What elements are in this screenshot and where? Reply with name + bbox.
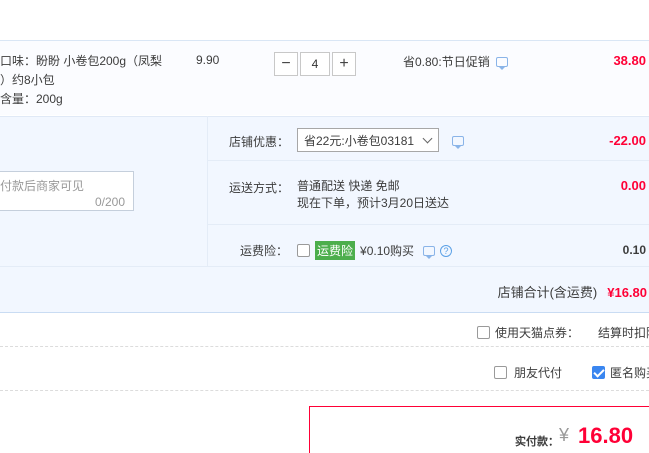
insurance-badge: 运费险: [315, 241, 356, 260]
payment-label: 实付款：: [515, 436, 559, 448]
insurance-label: 运费险：: [240, 244, 289, 258]
promotion-text: 省0.80:节日促销: [403, 55, 490, 69]
insurance-amount: 0.10: [622, 243, 646, 257]
shop-total: 店铺合计(含运费) ¥16.80: [498, 282, 647, 301]
settle-note: 结算时扣除: [598, 326, 649, 340]
anonymous-option: 匿名购买: [592, 364, 649, 381]
shop-total-divider: [0, 266, 649, 267]
tmall-points-label: 使用天猫点券：: [495, 326, 580, 340]
product-subtotal: 38.80: [613, 53, 646, 68]
chat-icon[interactable]: [495, 56, 508, 70]
product-spec-line-1: 口味：盼盼 小卷包200g（凤梨: [0, 54, 163, 68]
shipping-fee: 0.00: [620, 178, 646, 193]
row-divider: [207, 224, 649, 225]
buyer-memo-placeholder: 付款后商家可见: [0, 179, 85, 193]
product-net-weight: 净含量：200g: [0, 92, 63, 106]
quantity-increase-button[interactable]: +: [332, 52, 356, 76]
shop-coupon-value: 省22元:小卷包03181: [304, 133, 415, 148]
friend-pay-option: 朋友代付: [494, 364, 562, 381]
chat-icon[interactable]: [452, 136, 464, 149]
payment-amount: 16.80: [578, 423, 634, 448]
row-divider: [207, 160, 649, 161]
tmall-points-option: 使用天猫点券：: [477, 324, 579, 341]
payment-currency: ¥: [559, 425, 570, 445]
panel-divider: [207, 116, 208, 266]
shop-bottom-divider: [0, 312, 649, 313]
anonymous-checkbox[interactable]: [592, 366, 605, 379]
shop-total-label: 店铺合计(含运费): [497, 285, 598, 300]
shipping-method: 普通配送 快递 免邮: [297, 179, 400, 193]
shop-coupon-label: 店铺优惠：: [229, 135, 290, 149]
shop-total-amount: ¥16.80: [607, 285, 647, 300]
insurance-option: 运费险 ¥0.10购买 ?: [297, 241, 453, 260]
shipping-eta: 现在下单，预计3月20日送达: [297, 196, 450, 210]
anonymous-label: 匿名购买: [610, 366, 649, 380]
coupon-discount-amount: -22.00: [609, 133, 646, 148]
insurance-checkbox[interactable]: [297, 244, 310, 257]
shipping-label: 运送方式：: [229, 181, 290, 195]
buyer-memo-counter: 0/200: [95, 195, 126, 209]
quantity-decrease-button[interactable]: −: [274, 52, 298, 76]
dashed-divider: [0, 390, 649, 391]
quantity-stepper: − 4 +: [274, 52, 356, 78]
insurance-price: ¥0.10购买: [360, 244, 415, 258]
tmall-points-checkbox[interactable]: [477, 326, 490, 339]
product-spec-line-2: 味）约8小包: [0, 73, 55, 87]
unit-price: 9.90: [196, 53, 220, 67]
shop-coupon-select[interactable]: 省22元:小卷包03181: [297, 128, 439, 152]
dashed-divider: [0, 346, 649, 347]
help-icon[interactable]: ?: [440, 244, 453, 257]
friend-pay-label: 朋友代付: [514, 366, 563, 380]
chevron-down-icon: [422, 133, 433, 144]
chat-icon[interactable]: [423, 245, 436, 259]
quantity-input[interactable]: 4: [300, 52, 330, 76]
promotion-info: 省0.80:节日促销: [403, 53, 508, 70]
friend-pay-checkbox[interactable]: [494, 366, 507, 379]
